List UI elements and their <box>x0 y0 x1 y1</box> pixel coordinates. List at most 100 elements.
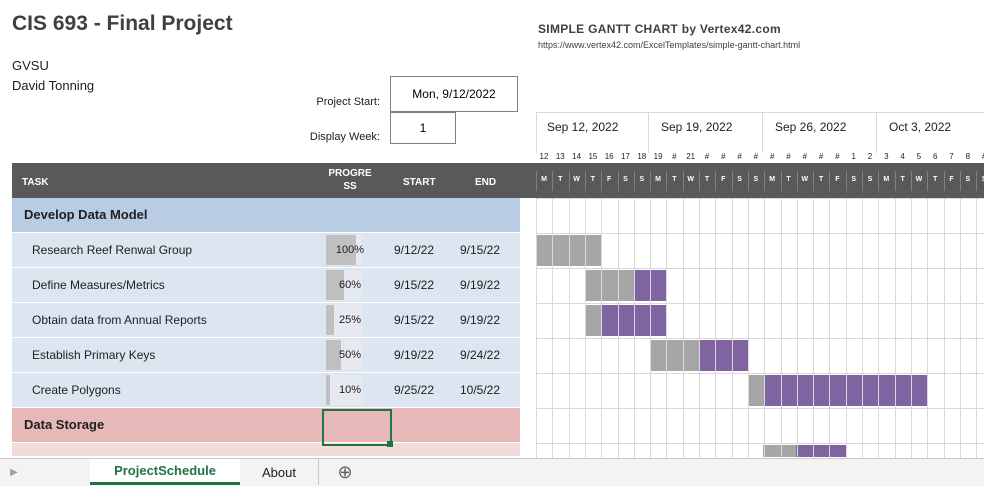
task-column-header[interactable]: TASK <box>22 177 48 188</box>
day-of-week: S <box>851 176 857 183</box>
start-column-header[interactable]: START <box>403 177 436 188</box>
grid-line <box>536 198 537 458</box>
task-row[interactable]: Define Measures/Metrics 60% 9/15/22 9/19/22 <box>12 268 520 303</box>
grid-line <box>536 338 984 339</box>
day-of-week: W <box>915 176 923 183</box>
day-separator <box>682 171 684 191</box>
day-number: # <box>835 152 840 161</box>
task-name[interactable]: Research Reef Renwal Group <box>32 243 192 257</box>
grid-line <box>747 198 749 458</box>
selected-cell[interactable] <box>322 409 392 446</box>
day-of-week: F <box>835 176 840 183</box>
day-of-week-row: MTWTFSSMTWTFSSMTWTFSSMTWTFSS <box>536 163 984 198</box>
start-date[interactable]: 9/19/22 <box>386 348 442 362</box>
phase-name: Develop Data Model <box>24 207 148 222</box>
day-separator <box>780 171 782 191</box>
progress-value[interactable]: 10% <box>330 384 370 396</box>
task-row[interactable]: Create Polygons 10% 9/25/22 10/5/22 <box>12 373 520 408</box>
end-column-header[interactable]: END <box>475 177 496 188</box>
day-number: # <box>672 152 677 161</box>
task-row[interactable]: Establish Primary Keys 50% 9/19/22 9/24/22 <box>12 338 520 373</box>
day-number: 2 <box>867 152 873 161</box>
progress-value[interactable]: 50% <box>330 349 370 361</box>
week-label: Sep 26, 2022 <box>775 120 847 134</box>
day-separator <box>829 171 831 191</box>
day-of-week: T <box>933 176 938 183</box>
day-of-week: T <box>672 176 677 183</box>
progress-column-header[interactable]: PROGRESS <box>326 167 374 193</box>
end-date[interactable]: 9/19/22 <box>452 313 508 327</box>
day-separator <box>764 171 766 191</box>
start-date[interactable]: 9/12/22 <box>386 243 442 257</box>
day-separator <box>699 171 700 191</box>
gantt-bar-remaining <box>796 445 846 457</box>
tab-about[interactable]: About <box>240 459 319 485</box>
day-of-week: S <box>737 176 742 183</box>
grid-line <box>536 373 984 374</box>
display-week-cell[interactable]: 1 <box>390 112 456 144</box>
day-separator <box>976 171 978 191</box>
progress-value[interactable]: 60% <box>330 279 370 291</box>
task-row[interactable]: Obtain data from Annual Reports 25% 9/15/2… <box>12 303 520 338</box>
day-of-week: T <box>704 176 710 183</box>
task-name[interactable]: Obtain data from Annual Reports <box>32 313 207 327</box>
grid-line <box>829 198 831 458</box>
grid-line <box>862 198 863 458</box>
grid-line <box>780 198 782 458</box>
day-number: 17 <box>621 152 630 161</box>
end-date[interactable]: 10/5/22 <box>452 383 508 397</box>
progress-value[interactable]: 100% <box>330 244 370 256</box>
grid-line <box>536 268 984 269</box>
start-date[interactable]: 9/15/22 <box>386 278 442 292</box>
day-number: 7 <box>949 152 954 161</box>
fill-handle[interactable] <box>387 441 393 447</box>
end-date[interactable]: 9/19/22 <box>452 278 508 292</box>
day-number: # <box>721 152 726 161</box>
day-number: 4 <box>900 152 905 161</box>
day-separator <box>650 171 652 191</box>
phase-row[interactable]: Develop Data Model <box>12 198 520 233</box>
tab-project-schedule[interactable]: ProjectSchedule <box>90 459 240 485</box>
day-separator <box>910 171 912 191</box>
task-row[interactable] <box>12 443 520 457</box>
project-start-cell[interactable]: Mon, 9/12/2022 <box>390 76 518 112</box>
phase-row[interactable]: Data Storage <box>12 408 520 443</box>
week-label: Sep 19, 2022 <box>661 120 733 134</box>
task-row[interactable]: Research Reef Renwal Group 100% 9/12/22 9/1… <box>12 233 520 268</box>
day-of-week: T <box>786 176 791 183</box>
grid-line <box>927 198 929 458</box>
grid-line <box>568 198 570 458</box>
day-separator <box>584 171 586 191</box>
day-of-week: T <box>900 176 905 183</box>
day-of-week: T <box>558 176 563 183</box>
task-name[interactable]: Define Measures/Metrics <box>32 278 165 292</box>
grid-line <box>764 198 766 458</box>
day-of-week: M <box>655 176 662 183</box>
day-of-week: F <box>949 176 954 183</box>
day-separator <box>536 171 537 191</box>
gantt-bar-completed <box>584 270 634 301</box>
day-number: 6 <box>932 152 938 161</box>
grid-line <box>536 233 984 234</box>
day-of-week: W <box>573 176 580 183</box>
grid-line <box>943 198 945 458</box>
caret-left-icon[interactable]: ▶ <box>0 459 28 485</box>
plus-circle-icon[interactable]: ⊕ <box>332 459 358 485</box>
gantt-bar-completed <box>650 340 699 371</box>
start-date[interactable]: 9/15/22 <box>386 313 442 327</box>
task-name[interactable]: Create Polygons <box>32 383 121 397</box>
end-date[interactable]: 9/15/22 <box>452 243 508 257</box>
grid-line <box>536 303 984 304</box>
organization: GVSU <box>12 58 49 73</box>
end-date[interactable]: 9/24/22 <box>452 348 508 362</box>
grid-line <box>633 198 635 458</box>
grid-line <box>584 198 586 458</box>
day-separator <box>666 171 668 191</box>
day-separator <box>552 171 554 191</box>
task-name[interactable]: Establish Primary Keys <box>32 348 155 362</box>
day-number: 16 <box>604 152 614 161</box>
start-date[interactable]: 9/25/22 <box>386 383 442 397</box>
progress-value[interactable]: 25% <box>330 314 370 326</box>
gantt-template-url[interactable]: https://www.vertex42.com/ExcelTemplates/… <box>538 40 800 50</box>
day-separator <box>601 171 603 191</box>
